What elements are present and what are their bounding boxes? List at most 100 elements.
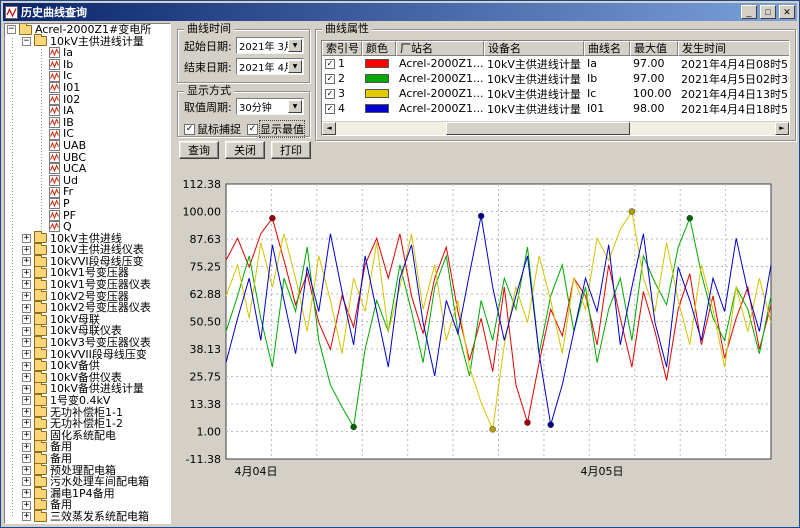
- y-tick-label: 100.00: [183, 206, 222, 219]
- tree-item-signal[interactable]: I02: [5, 94, 170, 106]
- tree-item-signal[interactable]: Ud: [5, 175, 170, 187]
- curve-table[interactable]: 索引号颜色厂站名设备名曲线名最大值发生时间 ✓1Acrel-2000Z1...1…: [321, 40, 790, 136]
- tree-item-folder[interactable]: +漏电1P4备用: [5, 488, 170, 500]
- scroll-left-button[interactable]: ◄: [322, 122, 336, 135]
- expand-icon[interactable]: +: [22, 327, 31, 336]
- print-button[interactable]: 打印: [271, 141, 311, 159]
- expand-icon[interactable]: +: [22, 246, 31, 255]
- tree-item-signal[interactable]: I01: [5, 82, 170, 94]
- tree-item-folder[interactable]: −Acrel-2000Z1#变电所: [5, 24, 170, 36]
- scroll-right-button[interactable]: ►: [775, 122, 789, 135]
- expand-icon[interactable]: +: [22, 257, 31, 266]
- tree-item-signal[interactable]: P: [5, 198, 170, 210]
- expand-icon[interactable]: +: [22, 477, 31, 486]
- expand-icon[interactable]: +: [22, 292, 31, 301]
- close-button[interactable]: ✕: [779, 5, 795, 19]
- expand-icon[interactable]: +: [22, 443, 31, 452]
- row-checkbox[interactable]: ✓: [325, 74, 335, 84]
- tree-item-folder[interactable]: −10kV主供进线计量: [5, 36, 170, 48]
- expand-icon[interactable]: +: [22, 396, 31, 405]
- column-header-7[interactable]: 发生时间: [678, 41, 790, 56]
- maximize-button[interactable]: □: [760, 5, 776, 19]
- curve-icon: [49, 71, 60, 82]
- collapse-icon[interactable]: −: [7, 25, 16, 34]
- title-bar[interactable]: 历史曲线查询 _ □ ✕: [3, 3, 797, 21]
- curve-icon: [49, 175, 60, 186]
- period-select[interactable]: 30分钟 ▼: [236, 98, 304, 115]
- column-header-3[interactable]: 厂站名: [396, 41, 484, 56]
- tree-item-signal[interactable]: UCA: [5, 163, 170, 175]
- table-row[interactable]: ✓1Acrel-2000Z1...10kV主供进线计量Ia97.002021年4…: [322, 56, 789, 71]
- expand-icon[interactable]: +: [22, 338, 31, 347]
- tree-item-signal[interactable]: Ib: [5, 59, 170, 71]
- expand-icon[interactable]: +: [22, 280, 31, 289]
- tree-item-signal[interactable]: Fr: [5, 186, 170, 198]
- tree-item-folder[interactable]: +三效蒸发系统配电箱: [5, 511, 170, 523]
- curve-icon: [49, 140, 60, 151]
- expand-icon[interactable]: +: [22, 431, 31, 440]
- end-date-select[interactable]: 2021年 4月14 ▼: [236, 58, 304, 75]
- tree-item-folder[interactable]: +10kV3号变压器仪表: [5, 337, 170, 349]
- row-checkbox[interactable]: ✓: [325, 59, 335, 69]
- table-scrollbar[interactable]: ◄ ►: [322, 121, 789, 135]
- table-row[interactable]: ✓2Acrel-2000Z1...10kV主供进线计量Ib97.002021年4…: [322, 71, 789, 86]
- scroll-track[interactable]: [336, 122, 775, 135]
- column-header-2[interactable]: 颜色: [362, 41, 396, 56]
- chevron-down-icon[interactable]: ▼: [288, 100, 302, 113]
- tree-item-folder[interactable]: +备用: [5, 453, 170, 465]
- expand-icon[interactable]: +: [22, 408, 31, 417]
- show-extremes-checkbox[interactable]: ✓: [247, 124, 258, 135]
- chevron-down-icon[interactable]: ▼: [288, 39, 302, 52]
- mouse-capture-checkbox[interactable]: ✓: [184, 124, 195, 135]
- tree-item-signal[interactable]: UAB: [5, 140, 170, 152]
- row-index: 2: [338, 72, 345, 85]
- folder-icon: [34, 257, 47, 267]
- tree-item-signal[interactable]: PF: [5, 210, 170, 222]
- row-checkbox[interactable]: ✓: [325, 104, 335, 114]
- column-header-5[interactable]: 曲线名: [584, 41, 630, 56]
- tree-item-signal[interactable]: Ia: [5, 47, 170, 59]
- expand-icon[interactable]: +: [22, 315, 31, 324]
- row-checkbox[interactable]: ✓: [325, 89, 335, 99]
- expand-icon[interactable]: +: [22, 362, 31, 371]
- close-dialog-button[interactable]: 关闭: [225, 141, 265, 159]
- tree-item-signal[interactable]: IA: [5, 105, 170, 117]
- expand-icon[interactable]: +: [22, 373, 31, 382]
- tree-item-folder[interactable]: +污水处理车间配电箱: [5, 476, 170, 488]
- minimize-button[interactable]: _: [741, 5, 757, 19]
- tree-item-signal[interactable]: Ic: [5, 70, 170, 82]
- column-header-6[interactable]: 最大值: [630, 41, 678, 56]
- folder-icon: [19, 25, 32, 35]
- table-row[interactable]: ✓3Acrel-2000Z1...10kV主供进线计量Ic100.002021年…: [322, 86, 789, 101]
- expand-icon[interactable]: +: [22, 304, 31, 313]
- extreme-marker-min: [351, 424, 357, 430]
- start-date-select[interactable]: 2021年 3月30 ▼: [236, 37, 304, 54]
- expand-icon[interactable]: +: [22, 385, 31, 394]
- collapse-icon[interactable]: −: [22, 37, 31, 46]
- expand-icon[interactable]: +: [22, 269, 31, 278]
- tree-item-signal[interactable]: UBC: [5, 152, 170, 164]
- tree-item-signal[interactable]: IB: [5, 117, 170, 129]
- cell-station: Acrel-2000Z1...: [396, 86, 484, 101]
- tree-item-folder[interactable]: +固化系统配电: [5, 430, 170, 442]
- scroll-thumb[interactable]: [446, 122, 630, 135]
- expand-icon[interactable]: +: [22, 350, 31, 359]
- expand-icon[interactable]: +: [22, 466, 31, 475]
- tree-item-folder[interactable]: +1号变0.4kV: [5, 395, 170, 407]
- query-button[interactable]: 查询: [179, 141, 219, 159]
- expand-icon[interactable]: +: [22, 234, 31, 243]
- tree-item-folder[interactable]: +备用: [5, 441, 170, 453]
- column-header-1[interactable]: 索引号: [322, 41, 362, 56]
- chevron-down-icon[interactable]: ▼: [288, 60, 302, 73]
- table-row[interactable]: ✓4Acrel-2000Z1...10kV主供进线计量I0198.002021年…: [322, 101, 789, 116]
- expand-icon[interactable]: +: [22, 454, 31, 463]
- expand-icon[interactable]: +: [22, 501, 31, 510]
- tree-item-signal[interactable]: Q: [5, 221, 170, 233]
- tree-item-folder[interactable]: +10kV1号变压器仪表: [5, 279, 170, 291]
- device-tree[interactable]: −Acrel-2000Z1#变电所−10kV主供进线计量IaIbIcI01I02…: [4, 23, 171, 524]
- tree-item-signal[interactable]: IC: [5, 128, 170, 140]
- column-header-4[interactable]: 设备名: [484, 41, 584, 56]
- expand-icon[interactable]: +: [22, 419, 31, 428]
- expand-icon[interactable]: +: [22, 489, 31, 498]
- expand-icon[interactable]: +: [22, 512, 31, 521]
